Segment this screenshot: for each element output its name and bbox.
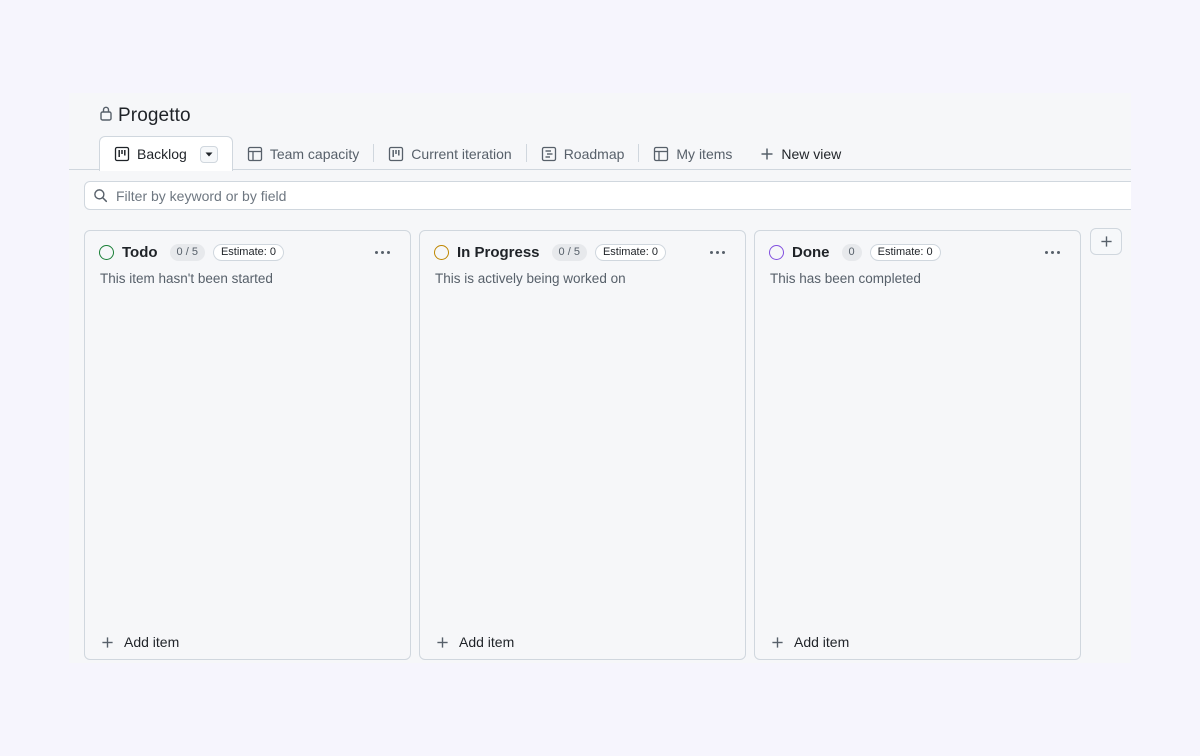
column-title: Done [792,244,830,261]
tab-team-capacity[interactable]: Team capacity [233,137,373,170]
add-column-button[interactable] [1090,228,1122,255]
status-circle-icon [769,245,784,260]
column-description: This has been completed [770,271,921,286]
add-item-button[interactable]: Add item [101,634,179,650]
status-circle-icon [99,245,114,260]
board-icon [389,146,404,161]
item-count-badge: 0 [841,244,862,261]
column-header: Todo 0 / 5 Estimate: 0 [99,244,396,261]
page-title: Progetto [118,105,191,126]
tab-label: Backlog [137,146,187,162]
add-item-label: Add item [459,634,515,650]
add-item-button[interactable]: Add item [436,634,514,650]
board-column-done: Done 0 Estimate: 0 This has been complet… [754,230,1081,660]
kebab-dot-icon [710,251,713,254]
kebab-dot-icon [387,251,390,254]
kebab-dot-icon [1057,251,1060,254]
estimate-badge: Estimate: 0 [212,244,284,261]
board-icon [114,146,130,162]
kebab-dot-icon [1051,251,1054,254]
plus-icon [437,636,448,648]
search-icon [94,189,108,203]
board-column-in-progress: In Progress 0 / 5 Estimate: 0 This is ac… [419,230,746,660]
view-tabs: Backlog Team capacity Current iteration … [99,136,1131,171]
kebab-dot-icon [722,251,725,254]
add-item-label: Add item [124,634,180,650]
add-item-label: Add item [794,634,850,650]
estimate-badge: Estimate: 0 [869,244,941,261]
column-menu-button[interactable] [704,247,731,258]
tab-my-items[interactable]: My items [639,137,746,170]
view-options-button[interactable] [199,145,218,163]
kebab-dot-icon [1045,251,1048,254]
project-header: Progetto [99,105,191,127]
column-description: This is actively being worked on [435,271,626,286]
kebab-dot-icon [716,251,719,254]
item-count-badge: 0 / 5 [551,244,587,261]
board-column-todo: Todo 0 / 5 Estimate: 0 This item hasn't … [84,230,411,660]
lock-icon [99,105,113,121]
tab-label: Current iteration [411,145,512,162]
tab-label: My items [676,145,733,162]
column-menu-button[interactable] [1039,247,1066,258]
tab-label: Roadmap [563,145,625,162]
new-view-button[interactable]: New view [746,137,855,170]
status-circle-icon [434,245,449,260]
filter-input[interactable] [116,187,1016,204]
roadmap-icon [541,146,556,161]
column-description: This item hasn't been started [100,271,273,286]
filter-bar[interactable] [84,181,1131,210]
table-icon [247,146,262,161]
plus-icon [761,148,773,159]
tab-backlog[interactable]: Backlog [99,136,233,171]
kebab-dot-icon [381,251,384,254]
table-icon [654,146,669,161]
column-title: Todo [122,244,158,261]
plus-icon [1100,236,1112,247]
project-view: Progetto Backlog Team capacity Current i… [69,93,1131,663]
kebab-dot-icon [375,251,378,254]
plus-icon [102,636,113,648]
tab-label: Team capacity [269,145,360,162]
estimate-badge: Estimate: 0 [594,244,666,261]
plus-icon [772,636,783,648]
column-header: In Progress 0 / 5 Estimate: 0 [434,244,731,261]
new-view-label: New view [781,145,842,162]
column-title: In Progress [457,244,540,261]
item-count-badge: 0 / 5 [169,244,205,261]
column-menu-button[interactable] [369,247,396,258]
tab-roadmap[interactable]: Roadmap [527,137,639,170]
tab-current-iteration[interactable]: Current iteration [374,137,525,170]
add-item-button[interactable]: Add item [771,634,849,650]
triangle-down-icon [205,152,213,156]
column-header: Done 0 Estimate: 0 [769,244,1066,261]
